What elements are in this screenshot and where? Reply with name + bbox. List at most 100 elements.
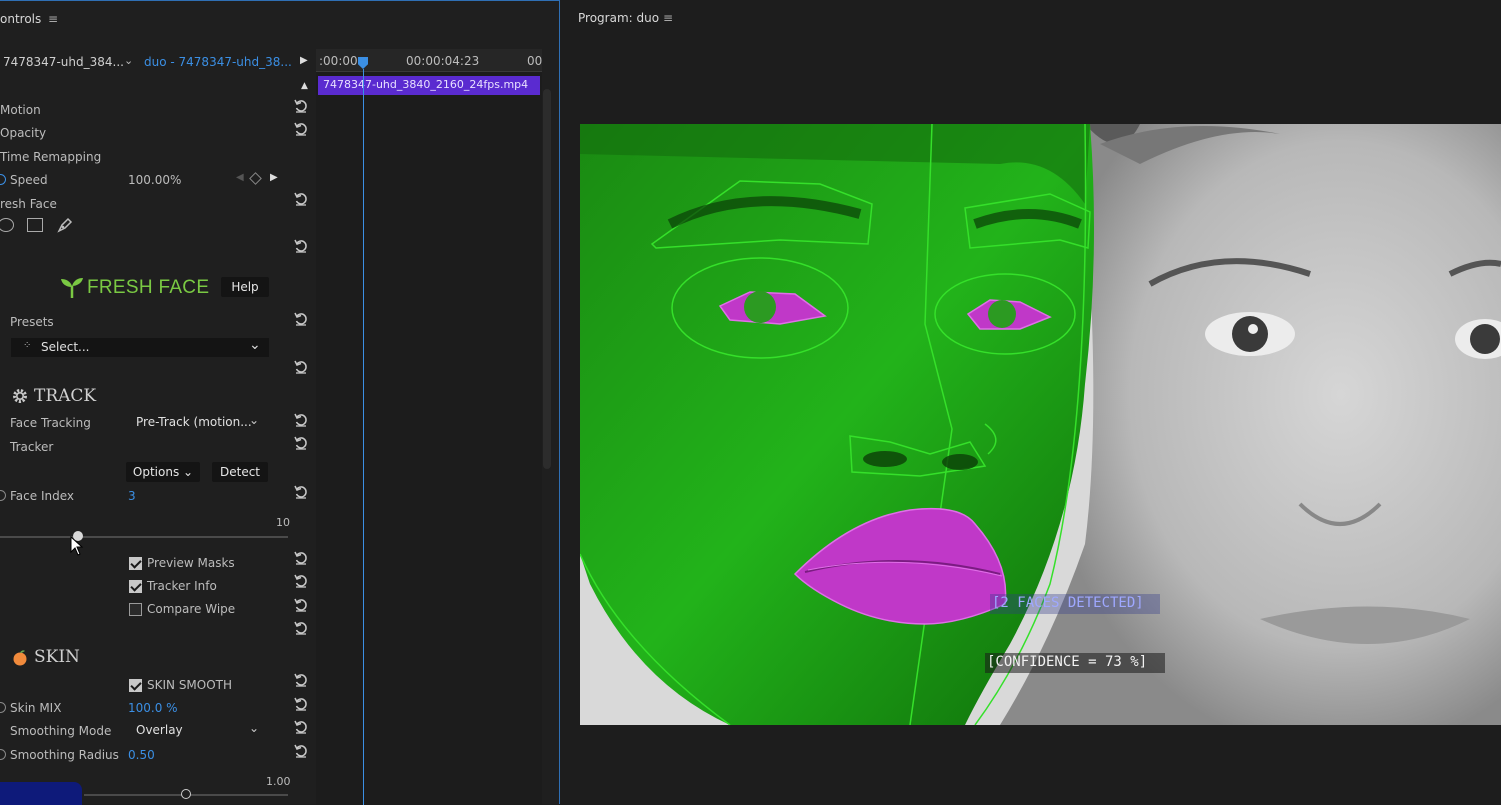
reset-icon[interactable] [294, 239, 308, 253]
smoothing-mode-value: Overlay [136, 723, 183, 737]
smoothing-radius-label: Smoothing Radius [10, 748, 119, 762]
tracker-info-checkbox[interactable] [129, 580, 142, 593]
reset-icon[interactable] [294, 360, 308, 374]
reset-icon[interactable] [294, 697, 308, 711]
face-index-value[interactable]: 3 [128, 489, 136, 503]
reset-icon[interactable] [294, 99, 308, 113]
options-label: Options [132, 465, 180, 479]
fresh-face-logo-text: FRESH FACE [87, 277, 210, 298]
gear-icon [11, 387, 29, 409]
reset-icon[interactable] [294, 673, 308, 687]
ellipse-mask-icon[interactable] [0, 218, 14, 232]
source-clip-select[interactable]: 7478347-uhd_384... [3, 55, 124, 69]
confidence-overlay: [CONFIDENCE = 73 %] [987, 654, 1148, 670]
skin-smooth-checkbox[interactable] [129, 679, 142, 692]
speed-value[interactable]: 100.00% [128, 173, 181, 187]
video-frame[interactable]: [2 FACES DETECTED] [CONFIDENCE = 73 %] [580, 124, 1501, 725]
effect-controls-panel: ontrols ≡ 7478347-uhd_384... ⌄ duo - 747… [0, 0, 560, 805]
skin-mix-value[interactable]: 100.0 % [128, 701, 178, 715]
chevron-down-icon: ⌄ [249, 721, 260, 735]
speed-label: Speed [10, 173, 48, 187]
reset-icon[interactable] [294, 744, 308, 758]
timecode-start: :00:00 [319, 54, 358, 68]
fresh-face-effect-label[interactable]: resh Face [0, 197, 57, 211]
timecode-end: 00 [527, 54, 543, 68]
smoothing-mode-label: Smoothing Mode [10, 724, 112, 738]
opacity-label[interactable]: Opacity [0, 126, 46, 140]
faces-detected-overlay: [2 FACES DETECTED] [992, 595, 1144, 611]
pen-mask-icon[interactable] [56, 216, 74, 238]
clip-bar[interactable]: 7478347-uhd_3840_2160_24fps.mp4 [318, 76, 540, 95]
chevron-down-icon[interactable]: ⌄ [124, 54, 133, 67]
reset-icon[interactable] [294, 485, 308, 499]
effect-timeline: :00:00 00:00:04:23 00 7478347-uhd_3840_2… [316, 49, 551, 805]
stopwatch-icon[interactable] [0, 490, 6, 501]
smoothing-mode-dropdown[interactable]: Overlay ⌄ [129, 721, 269, 740]
chevron-down-icon: ⌄ [249, 337, 261, 353]
timecode-mid: 00:00:04:23 [406, 54, 480, 68]
panel-menu-icon[interactable]: ≡ [663, 11, 673, 25]
collapse-up-icon[interactable]: ▲ [301, 81, 308, 91]
face-tracking-value: Pre-Track (motion... [136, 415, 252, 429]
reset-icon[interactable] [294, 436, 308, 450]
presets-value: Select... [41, 340, 90, 354]
program-title[interactable]: Program: duo [578, 11, 659, 25]
reset-icon[interactable] [294, 413, 308, 427]
skin-mix-label: Skin MIX [10, 701, 62, 715]
playhead-line[interactable] [363, 69, 364, 805]
tracker-label: Tracker [10, 440, 54, 454]
detect-button[interactable]: Detect [212, 462, 268, 482]
reset-icon[interactable] [294, 720, 308, 734]
skin-smooth-label: SKIN SMOOTH [147, 678, 233, 692]
motion-label[interactable]: Motion [0, 103, 41, 117]
stopwatch-icon[interactable] [0, 749, 6, 760]
smoothing-radius-max: 1.00 [266, 775, 291, 788]
face-tracking-image [580, 124, 1501, 725]
reset-icon[interactable] [294, 621, 308, 635]
scrollbar[interactable] [543, 89, 551, 469]
peach-icon [11, 649, 29, 670]
preview-masks-checkbox[interactable] [129, 557, 142, 570]
preview-masks-label: Preview Masks [147, 556, 235, 570]
compare-wipe-checkbox[interactable] [129, 603, 142, 616]
reset-icon[interactable] [294, 551, 308, 565]
face-index-label: Face Index [10, 489, 74, 503]
overlay-tab[interactable] [0, 782, 82, 805]
time-remapping-label[interactable]: Time Remapping [0, 150, 101, 164]
face-tracking-label: Face Tracking [10, 416, 91, 430]
compare-wipe-label: Compare Wipe [147, 602, 236, 616]
panel-title: ontrols [0, 12, 42, 26]
face-tracking-dropdown[interactable]: Pre-Track (motion... ⌄ [129, 413, 269, 432]
reset-icon[interactable] [294, 192, 308, 206]
sparkle-icon: ⁘ [23, 340, 32, 351]
sequence-clip-link[interactable]: duo - 7478347-uhd_38... [144, 55, 292, 69]
chevron-down-icon: ⌄ [183, 465, 194, 479]
smoothing-radius-slider-thumb[interactable] [181, 789, 191, 799]
rectangle-mask-icon[interactable] [27, 218, 43, 232]
help-button[interactable]: Help [221, 277, 269, 297]
reset-icon[interactable] [294, 574, 308, 588]
fresh-face-logo-icon [60, 276, 84, 302]
play-icon[interactable]: ▶ [300, 55, 308, 66]
presets-dropdown[interactable]: ⁘ Select... ⌄ [11, 337, 269, 357]
options-dropdown-button[interactable]: Options ⌄ [126, 462, 200, 482]
reset-icon[interactable] [294, 598, 308, 612]
mouse-cursor-icon [70, 535, 84, 560]
panel-menu-icon[interactable]: ≡ [48, 12, 58, 26]
prev-keyframe-icon[interactable]: ◀ [236, 172, 244, 183]
face-index-max: 10 [276, 516, 290, 529]
reset-icon[interactable] [294, 312, 308, 326]
chevron-down-icon: ⌄ [249, 413, 260, 427]
face-index-slider-track[interactable] [0, 536, 288, 538]
skin-section-header[interactable]: SKIN [34, 647, 80, 667]
reset-icon[interactable] [294, 122, 308, 136]
stopwatch-icon[interactable] [0, 174, 6, 185]
track-section-header[interactable]: TRACK [34, 386, 96, 406]
stopwatch-icon[interactable] [0, 702, 6, 713]
next-keyframe-icon[interactable]: ▶ [270, 172, 278, 183]
tracker-info-label: Tracker Info [147, 579, 217, 593]
add-keyframe-icon[interactable] [249, 172, 262, 185]
smoothing-radius-value[interactable]: 0.50 [128, 748, 155, 762]
clip-bar-label: 7478347-uhd_3840_2160_24fps.mp4 [323, 78, 529, 91]
presets-label: Presets [10, 315, 54, 329]
